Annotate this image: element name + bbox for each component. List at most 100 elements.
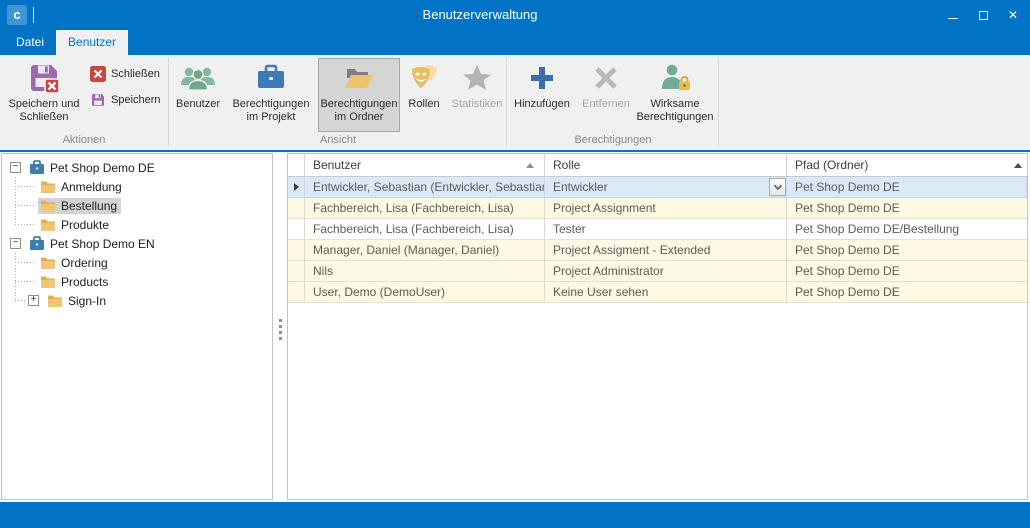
grid-row[interactable]: Fachbereich, Lisa (Fachbereich, Lisa) Te…: [288, 219, 1027, 240]
cell-pfad[interactable]: Pet Shop Demo DE/Bestellung: [787, 219, 1027, 239]
permissions-grid-panel: Benutzer Rolle Pfad (Ordner) Entwickler,…: [287, 153, 1028, 500]
berechtigungen-im-ordner-label: Berechtigungen im Ordner: [319, 98, 399, 124]
grid-row[interactable]: Manager, Daniel (Manager, Daniel) Projec…: [288, 240, 1027, 261]
tree-node-label: Sign-In: [68, 294, 106, 308]
cell-pfad[interactable]: Pet Shop Demo DE: [787, 261, 1027, 281]
tree-node-label: Pet Shop Demo EN: [50, 237, 155, 251]
row-indicator-cell: [288, 198, 305, 218]
main-area: − Pet Shop Demo DE: [0, 152, 1030, 502]
tree-node-label: Anmeldung: [61, 180, 122, 194]
tree-node-body[interactable]: Sign-In: [45, 293, 110, 309]
cell-rolle[interactable]: Project Assignment: [545, 198, 787, 218]
row-indicator-cell: [288, 282, 305, 302]
cell-benutzer[interactable]: Fachbereich, Lisa (Fachbereich, Lisa): [305, 198, 545, 218]
cell-benutzer[interactable]: Fachbereich, Lisa (Fachbereich, Lisa): [305, 219, 545, 239]
hinzufuegen-button[interactable]: Hinzufügen: [510, 58, 574, 132]
entfernen-button[interactable]: Entfernen: [578, 58, 634, 132]
grid-row[interactable]: Fachbereich, Lisa (Fachbereich, Lisa) Pr…: [288, 198, 1027, 219]
speichern-label: Speichern: [111, 94, 161, 106]
tree-node-body[interactable]: Pet Shop Demo EN: [27, 235, 159, 252]
tab-benutzer[interactable]: Benutzer: [56, 30, 128, 55]
cell-benutzer[interactable]: User, Demo (DemoUser): [305, 282, 545, 302]
ribbon-separator: [506, 58, 507, 146]
titlebar: c Benutzerverwaltung ✕: [0, 0, 1030, 30]
collapse-icon[interactable]: −: [10, 162, 21, 173]
folder-icon: [40, 218, 56, 232]
entfernen-label: Entfernen: [582, 98, 630, 111]
group-label-aktionen: Aktionen: [0, 134, 168, 146]
tree-node-label: Ordering: [61, 256, 108, 270]
expand-icon[interactable]: +: [28, 295, 39, 306]
tree-node-ordering: Ordering: [2, 253, 272, 272]
tree-node-label: Products: [61, 275, 108, 289]
column-header-rolle[interactable]: Rolle: [545, 154, 787, 176]
folder-icon: [40, 275, 56, 289]
close-button[interactable]: ✕: [998, 0, 1028, 30]
tree-node-body[interactable]: Ordering: [38, 255, 112, 271]
group-label-ansicht: Ansicht: [170, 134, 506, 146]
speichern-und-schliessen-button[interactable]: Speichern und Schließen: [4, 58, 84, 132]
wirksame-berechtigungen-label: Wirksame Berechtigungen: [635, 98, 715, 124]
cell-rolle[interactable]: Keine User sehen: [545, 282, 787, 302]
briefcase-icon: [255, 59, 287, 97]
tree-node-project-en: − Pet Shop Demo EN: [2, 234, 272, 253]
cell-benutzer[interactable]: Nils: [305, 261, 545, 281]
tree-node-body-selected[interactable]: Bestellung: [38, 198, 121, 214]
berechtigungen-im-projekt-button[interactable]: Berechtigungen im Projekt: [226, 58, 316, 132]
role-dropdown-button[interactable]: [769, 178, 786, 196]
cell-pfad[interactable]: Pet Shop Demo DE: [787, 282, 1027, 302]
tree-node-sign-in: + Sign-In: [2, 291, 272, 310]
benutzer-button[interactable]: Benutzer: [172, 58, 224, 132]
cell-benutzer[interactable]: Manager, Daniel (Manager, Daniel): [305, 240, 545, 260]
cell-rolle[interactable]: Project Assigment - Extended: [545, 240, 787, 260]
cell-pfad[interactable]: Pet Shop Demo DE: [787, 198, 1027, 218]
cell-rolle[interactable]: Tester: [545, 219, 787, 239]
cell-rolle[interactable]: Project Administrator: [545, 261, 787, 281]
user-lock-icon: [659, 59, 691, 97]
cell-rolle[interactable]: Entwickler: [545, 177, 787, 197]
cell-pfad[interactable]: Pet Shop Demo DE: [787, 177, 1027, 197]
tree-node-label: Pet Shop Demo DE: [50, 161, 155, 175]
statistiken-button[interactable]: Statistiken: [448, 58, 506, 132]
benutzer-label: Benutzer: [176, 98, 220, 111]
tree-node-bestellung: Bestellung: [2, 196, 272, 215]
floppy-icon: [90, 92, 106, 108]
berechtigungen-im-ordner-button[interactable]: Berechtigungen im Ordner: [318, 58, 400, 132]
minimize-icon: [948, 18, 958, 19]
ribbon-tabs: Datei Benutzer: [0, 30, 1030, 55]
row-indicator-cell: [288, 219, 305, 239]
tree-node-label: Bestellung: [61, 199, 117, 213]
tree-node-body[interactable]: Products: [38, 274, 112, 290]
save-and-close-icon: [27, 59, 61, 97]
tree-node-body[interactable]: Anmeldung: [38, 179, 126, 195]
maximize-button[interactable]: [968, 0, 998, 30]
column-header-pfad[interactable]: Pfad (Ordner): [787, 154, 1027, 176]
collapse-icon[interactable]: −: [10, 238, 21, 249]
tab-datei[interactable]: Datei: [4, 30, 56, 55]
grid-row[interactable]: Nils Project Administrator Pet Shop Demo…: [288, 261, 1027, 282]
minimize-button[interactable]: [938, 0, 968, 30]
column-header-benutzer[interactable]: Benutzer: [305, 154, 545, 176]
rollen-button[interactable]: Rollen: [402, 58, 446, 132]
row-indicator-header: [288, 154, 305, 176]
project-tree-panel: − Pet Shop Demo DE: [1, 153, 273, 500]
star-icon: [461, 59, 493, 97]
speichern-button[interactable]: Speichern: [90, 91, 161, 109]
wirksame-berechtigungen-button[interactable]: Wirksame Berechtigungen: [634, 58, 716, 132]
folder-icon: [40, 256, 56, 270]
folder-icon: [40, 180, 56, 194]
tree-node-body[interactable]: Produkte: [38, 217, 113, 233]
panel-splitter[interactable]: [273, 153, 287, 500]
cell-benutzer[interactable]: Entwickler, Sebastian (Entwickler, Sebas…: [305, 177, 545, 197]
grid-row-selected[interactable]: Entwickler, Sebastian (Entwickler, Sebas…: [288, 177, 1027, 198]
window-title: Benutzerverwaltung: [0, 0, 960, 30]
plus-icon: [526, 59, 558, 97]
tree-node-body[interactable]: Pet Shop Demo DE: [27, 159, 159, 176]
schliessen-button[interactable]: Schließen: [90, 65, 160, 83]
hinzufuegen-label: Hinzufügen: [514, 98, 570, 111]
ribbon-separator: [718, 58, 719, 146]
folder-icon: [40, 199, 56, 213]
cell-pfad[interactable]: Pet Shop Demo DE: [787, 240, 1027, 260]
grid-row[interactable]: User, Demo (DemoUser) Keine User sehen P…: [288, 282, 1027, 303]
current-row-arrow-icon: [294, 183, 299, 191]
